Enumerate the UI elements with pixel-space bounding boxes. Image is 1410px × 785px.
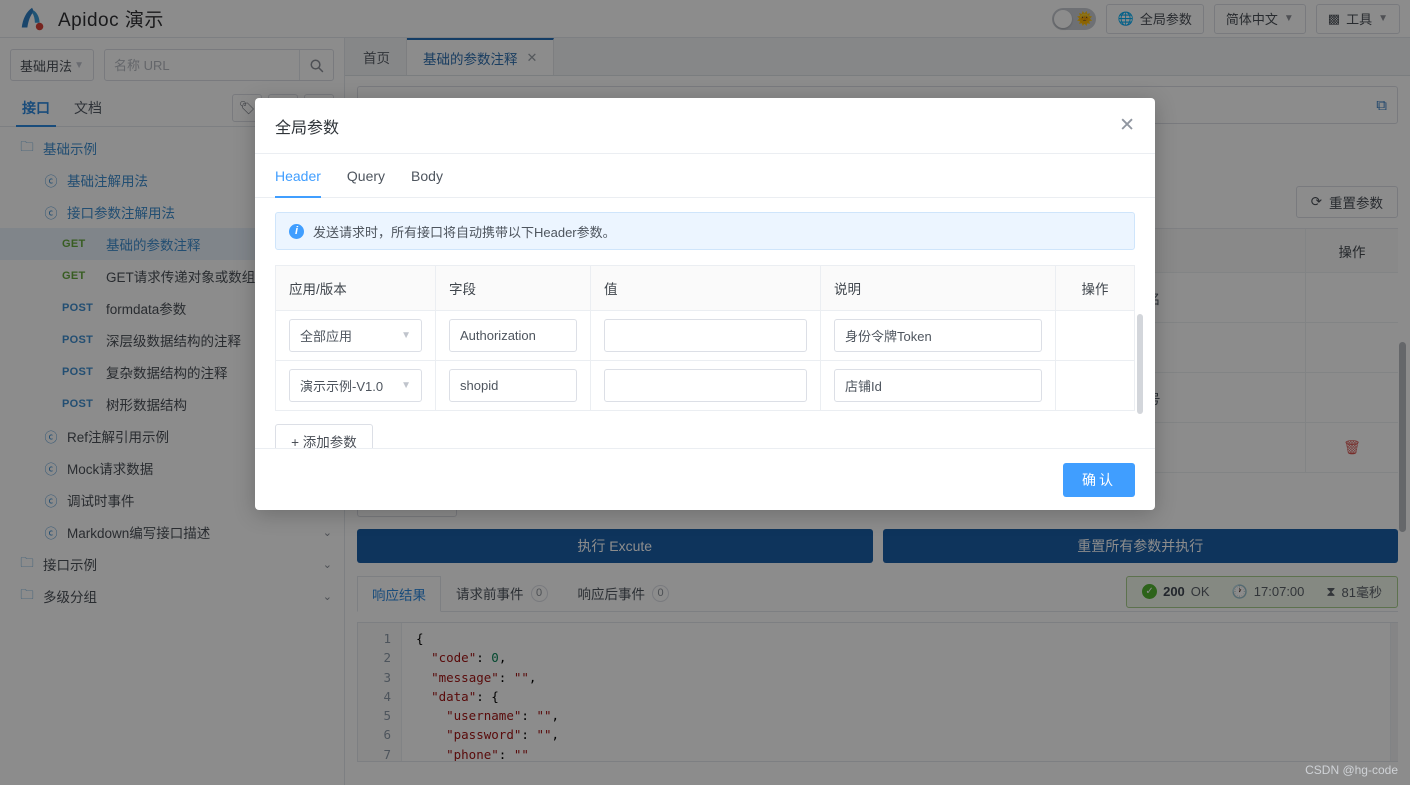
- tab-header-label: Header: [275, 167, 321, 184]
- dialog-table-header-cell: 说明: [821, 266, 1056, 310]
- tab-query[interactable]: Query: [334, 154, 398, 197]
- value-cell: [591, 311, 821, 360]
- close-icon[interactable]: ✕: [1119, 116, 1135, 135]
- info-icon: i: [289, 223, 304, 239]
- app-version-cell: 演示示例-V1.0 ▼: [276, 361, 436, 410]
- app-version-label: 演示示例-V1.0: [300, 379, 384, 394]
- dialog-footer: 确认: [255, 448, 1155, 510]
- field-input[interactable]: [449, 369, 577, 402]
- value-input[interactable]: [604, 319, 807, 352]
- value-cell: [591, 361, 821, 410]
- info-alert: i 发送请求时，所有接口将自动携带以下Header参数。: [275, 212, 1135, 250]
- dialog-table-header-cell: 操作: [1081, 282, 1109, 297]
- desc-input[interactable]: [834, 319, 1042, 352]
- dialog-table-row: 演示示例-V1.0 ▼: [276, 361, 1134, 411]
- dialog-table-header-cell: 值: [591, 266, 821, 310]
- dialog-table-row: 全部应用 ▼: [276, 311, 1134, 361]
- app-version-cell: 全部应用 ▼: [276, 311, 436, 360]
- info-alert-text: 发送请求时，所有接口将自动携带以下Header参数。: [313, 224, 616, 240]
- global-params-scrollbar[interactable]: [1137, 314, 1143, 414]
- dialog-tabs: Header Query Body: [255, 154, 1155, 198]
- global-params-table: 应用/版本字段值说明 操作全部应用 ▼ 演示示例-V1.0 ▼: [275, 265, 1135, 411]
- op-cell: [1056, 311, 1134, 360]
- tab-body-label: Body: [411, 167, 443, 184]
- desc-cell: [821, 311, 1056, 360]
- chevron-down-icon: ▼: [401, 380, 411, 391]
- app-version-label: 全部应用: [300, 329, 353, 344]
- tab-header[interactable]: Header: [275, 154, 334, 198]
- dialog-header: 全局参数 ✕: [255, 98, 1155, 154]
- app-version-select[interactable]: 全部应用 ▼: [289, 319, 422, 352]
- field-cell: [436, 361, 591, 410]
- dialog-table-header-cell: 字段: [436, 266, 591, 310]
- confirm-button[interactable]: 确认: [1063, 462, 1135, 497]
- op-cell: [1056, 361, 1134, 410]
- desc-input[interactable]: [834, 369, 1042, 402]
- desc-cell: [821, 361, 1056, 410]
- tab-query-label: Query: [346, 167, 386, 184]
- app-root: Apidoc 演示 🌞 🌐 全局参数 简体中文 ▼ ▩ 工具 ▼ 基础用法 ▼ …: [0, 0, 1410, 785]
- chevron-down-icon: ▼: [401, 330, 411, 341]
- watermark: CSDN @hg-code: [1305, 763, 1398, 777]
- field-input[interactable]: [449, 319, 577, 352]
- global-params-dialog: 全局参数 ✕ Header Query Body i 发送请求时，所有接口将自动…: [255, 98, 1155, 510]
- dialog-add-param-button[interactable]: + 添加参数: [275, 424, 373, 448]
- dialog-table-header-cell: 应用/版本: [276, 266, 436, 310]
- app-version-select[interactable]: 演示示例-V1.0 ▼: [289, 369, 422, 402]
- dialog-add-param-label: + 添加参数: [291, 434, 357, 449]
- tab-body[interactable]: Body: [398, 154, 456, 197]
- dialog-body: i 发送请求时，所有接口将自动携带以下Header参数。 应用/版本 字段值说明 操…: [255, 198, 1155, 448]
- value-input[interactable]: [604, 369, 807, 402]
- dialog-table-header-row: 应用/版本 字段值说明 操作: [276, 266, 1134, 311]
- field-cell: [436, 311, 591, 360]
- dialog-title: 全局参数: [275, 119, 340, 137]
